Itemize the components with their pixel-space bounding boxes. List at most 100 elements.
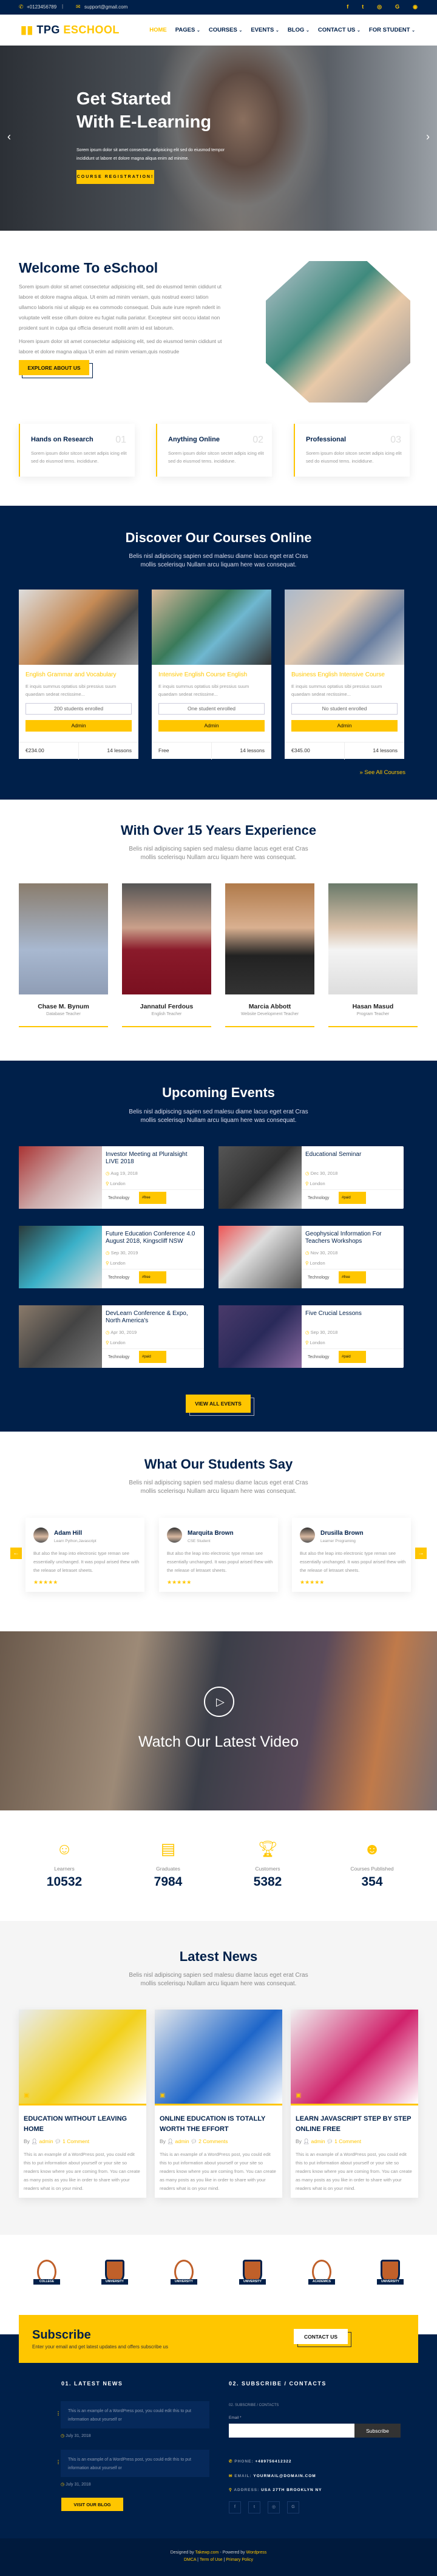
nav-item[interactable]: BLOG ⌄ xyxy=(288,27,310,33)
bottom-bar: Designed by Takewp.com - Powered by Word… xyxy=(0,2538,437,2576)
nav-item[interactable]: CONTACT US ⌄ xyxy=(318,27,361,33)
event-tag[interactable]: #free xyxy=(139,1192,166,1204)
logo[interactable]: ▮▮ TPG ESCHOOL xyxy=(21,24,120,36)
event-tag[interactable]: #paid xyxy=(339,1351,366,1363)
footer-news-item[interactable]: ⋮ This is an example of a WordPress post… xyxy=(56,2450,209,2487)
platform-link[interactable]: Wordpress xyxy=(246,2551,267,2555)
event-card[interactable]: Geophysical Information For Teachers Wor… xyxy=(218,1226,404,1288)
course-title[interactable]: Business English Intensive Course xyxy=(291,671,385,678)
event-title[interactable]: Future Education Conference 4.0 August 2… xyxy=(106,1231,202,1245)
facebook-icon[interactable]: f xyxy=(347,4,348,10)
course-title[interactable]: English Grammar and Vocabulary xyxy=(25,671,117,678)
visit-blog-button[interactable]: VISIT OUR BLOG xyxy=(61,2498,123,2511)
author-link[interactable]: admin xyxy=(175,2138,189,2144)
instagram-icon[interactable]: ◎ xyxy=(377,4,382,10)
event-card[interactable]: DevLearn Conference & Expo, North Americ… xyxy=(19,1305,204,1368)
course-author-button[interactable]: Admin xyxy=(291,720,398,732)
news-title[interactable]: ONLINE EDUCATION IS TOTALLY WORTH THE EF… xyxy=(160,2114,278,2135)
nav-item[interactable]: PAGES ⌄ xyxy=(175,27,200,33)
testimonial-next-button[interactable]: → xyxy=(415,1548,427,1559)
teacher-card[interactable]: Hasan Masud Program Teacher xyxy=(328,883,418,1027)
event-card[interactable]: Five Crucial Lessons ◷ Sep 30, 2018 ⚲ Lo… xyxy=(218,1305,404,1368)
event-title[interactable]: Five Crucial Lessons xyxy=(305,1310,401,1317)
event-title[interactable]: Educational Seminar xyxy=(305,1151,401,1158)
google-icon[interactable]: G xyxy=(287,2501,299,2513)
event-title[interactable]: Geophysical Information For Teachers Wor… xyxy=(305,1231,401,1245)
event-date-text: Apr 30, 2019 xyxy=(110,1330,137,1335)
twitter-icon[interactable]: t xyxy=(248,2501,260,2513)
course-desc: E inquis summus optatius sibi pressius s… xyxy=(25,684,117,697)
partner-logo[interactable]: COLLEGE xyxy=(32,2260,61,2290)
event-tag[interactable]: #free xyxy=(139,1271,166,1283)
nav-item[interactable]: COURSES ⌄ xyxy=(209,27,243,33)
dribbble-icon[interactable]: ◉ xyxy=(413,4,418,10)
teacher-card[interactable]: Chase M. Bynum Database Teacher xyxy=(19,883,108,1027)
course-card[interactable]: Intensive English Course English E inqui… xyxy=(152,590,271,760)
facebook-icon[interactable]: f xyxy=(229,2501,241,2513)
partner-logo[interactable]: UNIVERSITY xyxy=(169,2260,198,2290)
partner-logo[interactable]: UNIVERSITY xyxy=(100,2260,129,2290)
course-author-button[interactable]: Admin xyxy=(25,720,132,732)
nav-item[interactable]: EVENTS ⌄ xyxy=(251,27,279,33)
designer-link[interactable]: Takewp.com xyxy=(195,2551,218,2555)
email-value: YOURMAIL@DOMAIN.COM xyxy=(253,2474,316,2478)
slider-next-icon[interactable]: › xyxy=(426,131,430,143)
event-tag[interactable]: #paid xyxy=(339,1192,366,1204)
testimonial-name: Marquita Brown xyxy=(188,1530,234,1537)
course-card[interactable]: English Grammar and Vocabulary E inquis … xyxy=(19,590,138,760)
event-card[interactable]: Educational Seminar ◷ Dec 30, 2018 ⚲ Lon… xyxy=(218,1146,404,1209)
author-link[interactable]: admin xyxy=(39,2138,53,2144)
event-tag[interactable]: #free xyxy=(339,1271,366,1283)
google-icon[interactable]: G xyxy=(395,4,399,10)
subscribe-button[interactable]: Subscribe xyxy=(354,2424,401,2438)
terms-link[interactable]: Term of Use xyxy=(200,2558,223,2562)
event-location: ⚲ London xyxy=(305,1260,325,1266)
event-tag[interactable]: #paid xyxy=(139,1351,166,1363)
policy-link[interactable]: Primary Policy xyxy=(226,2558,253,2562)
see-all-courses-link[interactable]: » See All Courses xyxy=(359,769,405,776)
footer-news-item[interactable]: ⋮ This is an example of a WordPress post… xyxy=(56,2401,209,2438)
comments-link[interactable]: 1 Comment xyxy=(63,2138,89,2144)
view-all-events-button[interactable]: VIEW ALL EVENTS xyxy=(186,1395,251,1413)
twitter-icon[interactable]: t xyxy=(362,4,364,10)
partner-logo[interactable]: UNIVERSITY xyxy=(238,2260,267,2290)
nav-item[interactable]: FOR STUDENT ⌄ xyxy=(369,27,415,33)
course-lessons: 14 lessons xyxy=(373,747,398,753)
event-card[interactable]: Investor Meeting at Pluralsight LIVE 201… xyxy=(19,1146,204,1209)
designed-by: Designed by xyxy=(170,2551,194,2555)
testimonials-title: What Our Students Say xyxy=(144,1456,293,1472)
author-link[interactable]: admin xyxy=(311,2138,325,2144)
explore-about-button[interactable]: EXPLORE ABOUT US xyxy=(19,360,89,375)
teacher-card[interactable]: Marcia Abbott Website Development Teache… xyxy=(225,883,314,1027)
news-card[interactable]: ▣ EDUCATION WITHOUT LEAVING HOME By 👤︎ a… xyxy=(19,2010,146,2198)
by-label: By xyxy=(24,2138,30,2144)
counter-value: 5382 xyxy=(253,1875,282,1889)
event-title[interactable]: DevLearn Conference & Expo, North Americ… xyxy=(106,1310,202,1325)
course-title[interactable]: Intensive English Course English xyxy=(158,671,247,678)
chevron-down-icon: ⌄ xyxy=(305,29,310,33)
slider-prev-icon[interactable]: ‹ xyxy=(7,131,11,143)
course-card[interactable]: Business English Intensive Course E inqu… xyxy=(285,590,404,760)
news-title[interactable]: LEARN JAVASCRIPT STEP BY STEP ONLINE FRE… xyxy=(296,2114,414,2135)
teacher-card[interactable]: Jannatul Ferdous English Teacher xyxy=(122,883,211,1027)
comments-link[interactable]: 2 Comments xyxy=(198,2138,228,2144)
contact-us-button[interactable]: CONTACT US xyxy=(294,2329,348,2344)
nav-item[interactable]: HOME xyxy=(149,27,167,33)
feature-number: 02 xyxy=(252,435,263,445)
testimonial-prev-button[interactable]: ← xyxy=(10,1548,22,1559)
teacher-photo xyxy=(225,883,314,994)
news-card[interactable]: ▣ ONLINE EDUCATION IS TOTALLY WORTH THE … xyxy=(155,2010,282,2198)
course-author-button[interactable]: Admin xyxy=(158,720,265,732)
comments-link[interactable]: 1 Comment xyxy=(334,2138,361,2144)
course-registration-button[interactable]: COURSE REGISTRATION! xyxy=(76,170,154,184)
dmca-link[interactable]: DMCA xyxy=(184,2558,196,2562)
event-card[interactable]: Future Education Conference 4.0 August 2… xyxy=(19,1226,204,1288)
instagram-icon[interactable]: ◎ xyxy=(268,2501,280,2513)
play-button[interactable]: ▷ xyxy=(204,1687,234,1717)
partner-logo[interactable]: UNIVERSITY xyxy=(376,2260,405,2290)
news-card[interactable]: ▣ LEARN JAVASCRIPT STEP BY STEP ONLINE F… xyxy=(291,2010,418,2198)
news-title[interactable]: EDUCATION WITHOUT LEAVING HOME xyxy=(24,2114,142,2135)
partner-logo[interactable]: ACADEMICS xyxy=(307,2260,336,2290)
event-title[interactable]: Investor Meeting at Pluralsight LIVE 201… xyxy=(106,1151,202,1166)
footer-email-input[interactable] xyxy=(229,2424,354,2438)
